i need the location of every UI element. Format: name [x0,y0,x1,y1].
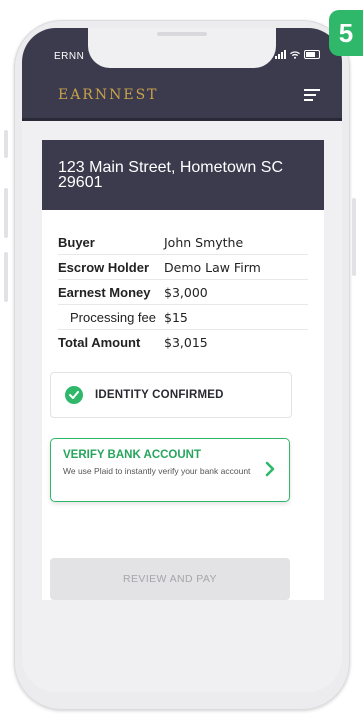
detail-value: $15 [164,309,188,325]
verify-bank-description: We use Plaid to instantly verify your ba… [63,466,251,476]
property-header: 123 Main Street, Hometown SC 29601 [42,140,324,210]
step-badge: 5 [329,10,363,56]
detail-value: Demo Law Firm [164,259,261,275]
battery-icon [304,50,320,59]
phone-side-button [352,198,356,276]
status-icons [275,50,320,59]
phone-side-button [4,252,8,302]
phone-side-button [4,130,8,158]
app-header: EARNNEST [22,74,342,121]
detail-label: Earnest Money [58,284,151,300]
phone-side-button [4,188,8,238]
speaker-grille [157,32,207,36]
detail-row-processing-fee: Processing fee $15 [58,305,308,330]
wifi-icon [290,50,300,59]
detail-row-escrow-holder: Escrow Holder Demo Law Firm [58,255,308,280]
carrier-label: ERNN [54,51,85,62]
check-circle-icon [65,386,83,404]
identity-confirmed-label: IDENTITY CONFIRMED [95,389,224,401]
detail-value: John Smythe [164,234,244,250]
detail-row-earnest-money: Earnest Money $3,000 [58,280,308,305]
detail-label: Escrow Holder [58,259,150,275]
phone-notch [88,28,276,68]
identity-confirmed-status: IDENTITY CONFIRMED [50,372,292,418]
status-bar: ERNN [22,28,342,74]
earnnest-logo: EARNNEST [58,87,159,103]
verify-bank-title: VERIFY BANK ACCOUNT [63,449,202,461]
property-address: 123 Main Street, Hometown SC 29601 [58,159,283,191]
hamburger-menu-icon[interactable] [304,87,320,103]
payment-card: 123 Main Street, Hometown SC 29601 Buyer… [42,140,324,600]
verify-bank-account-button[interactable]: VERIFY BANK ACCOUNT We use Plaid to inst… [50,438,290,502]
detail-label: Processing fee [70,309,156,325]
detail-value: $3,015 [164,334,208,350]
payment-details: Buyer John Smythe Escrow Holder Demo Law… [58,230,308,354]
detail-row-buyer: Buyer John Smythe [58,230,308,255]
review-and-pay-button[interactable]: REVIEW AND PAY [50,558,290,600]
phone-screen: ERNN EARNNEST 123 Main Street, Hometown … [22,28,342,692]
chevron-right-icon [265,461,275,477]
detail-label: Total Amount [58,334,141,350]
detail-row-total-amount: Total Amount $3,015 [58,330,308,354]
signal-icon [275,50,286,59]
detail-value: $3,000 [164,284,208,300]
detail-label: Buyer [58,234,95,250]
